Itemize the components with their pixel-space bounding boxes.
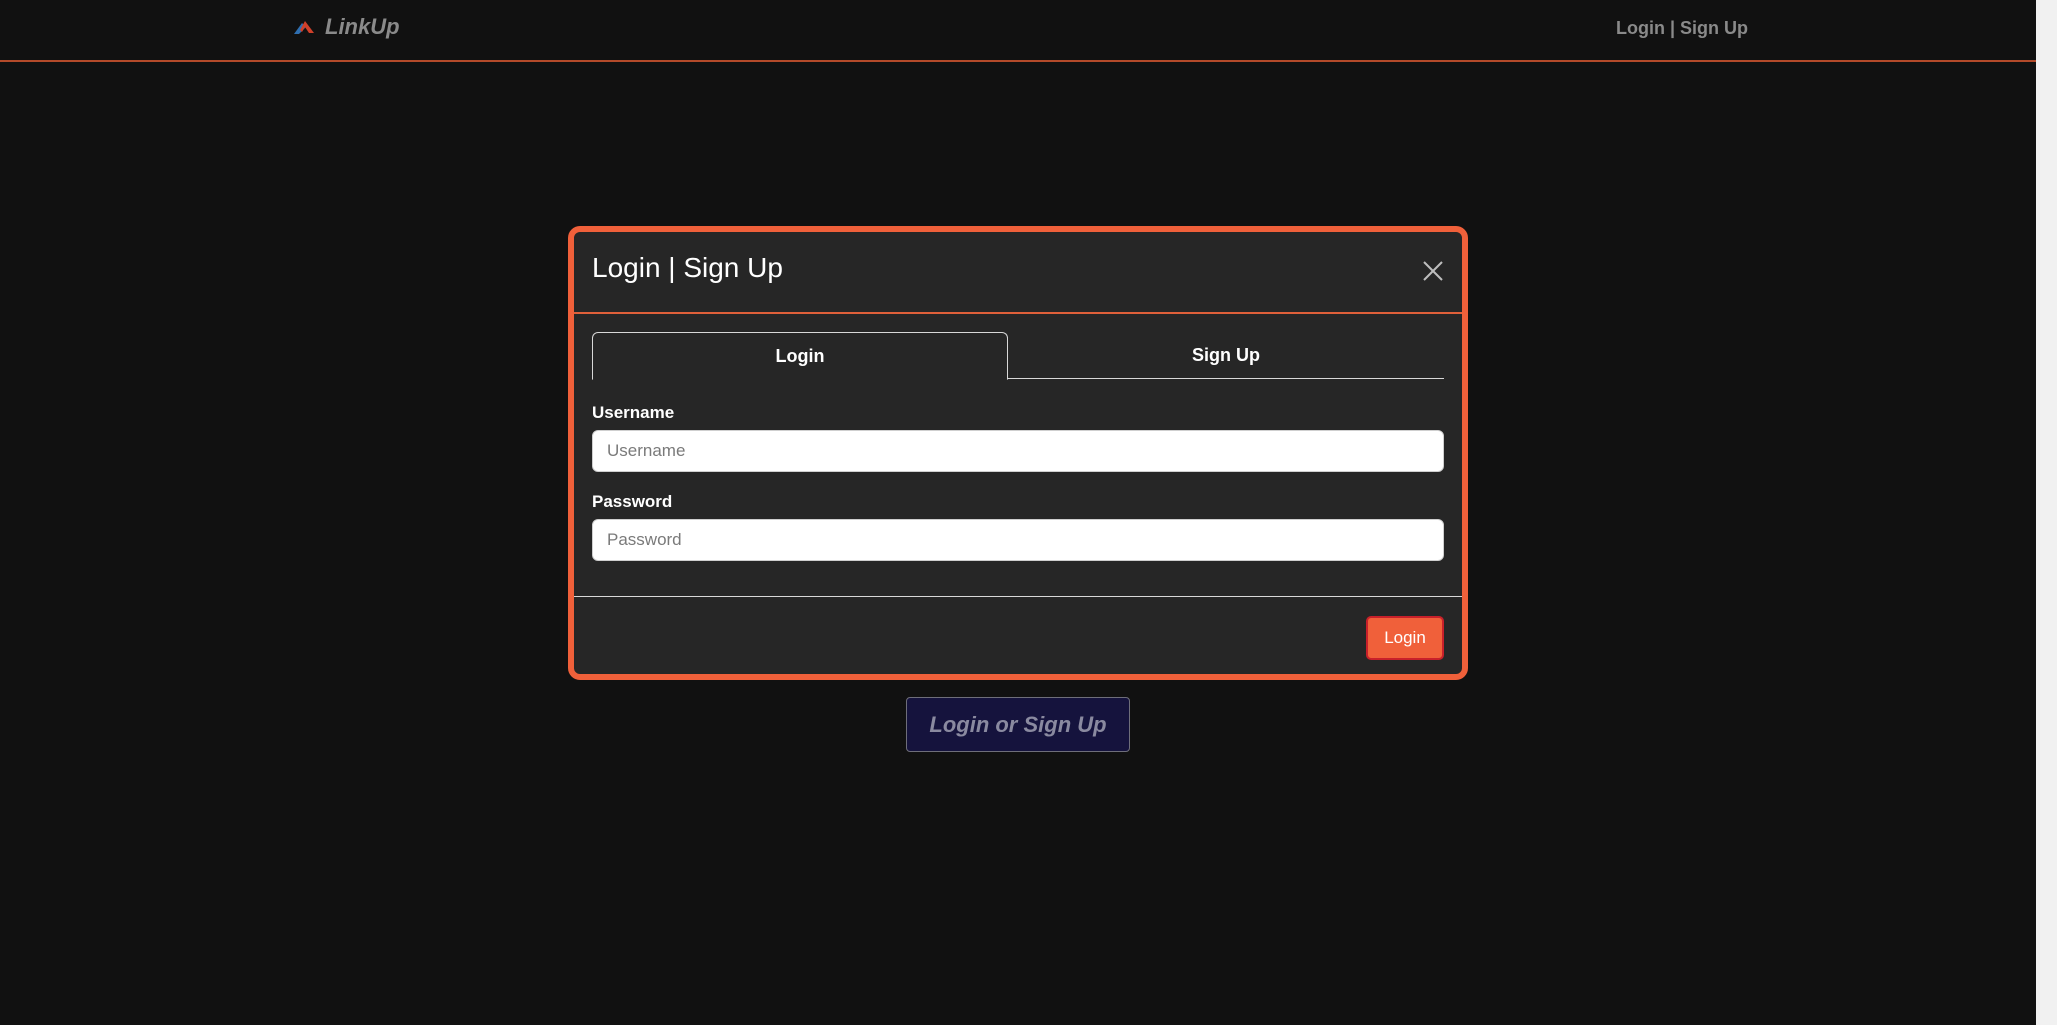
username-input[interactable] (592, 430, 1444, 472)
linkup-logo-icon (294, 21, 314, 34)
modal-body: Login Sign Up Username Password (574, 314, 1462, 597)
brand-name: LinkUp (325, 14, 400, 39)
navbar: LinkUp Login | Sign Up (0, 0, 2036, 62)
password-label: Password (592, 492, 673, 511)
tab-login[interactable]: Login (592, 332, 1008, 380)
scrollbar[interactable] (2036, 0, 2057, 1025)
modal-footer: Login (574, 597, 1462, 674)
nav-login-signup-link[interactable]: Login | Sign Up (1616, 18, 1748, 39)
username-label: Username (592, 403, 675, 422)
tab-signup[interactable]: Sign Up (1008, 332, 1444, 379)
login-submit-button[interactable]: Login (1366, 616, 1444, 660)
brand-link[interactable]: LinkUp (293, 14, 400, 40)
password-input[interactable] (592, 519, 1444, 561)
modal-header: Login | Sign Up (574, 232, 1462, 314)
login-modal: Login | Sign Up Login Sign Up Username P… (568, 226, 1468, 680)
page: LinkUp Login | Sign Up Login or Sign Up … (0, 0, 2036, 1025)
modal-title: Login | Sign Up (592, 252, 783, 283)
close-icon[interactable] (1422, 260, 1444, 282)
login-or-signup-button[interactable]: Login or Sign Up (906, 697, 1130, 752)
auth-tabs: Login Sign Up (592, 332, 1444, 380)
